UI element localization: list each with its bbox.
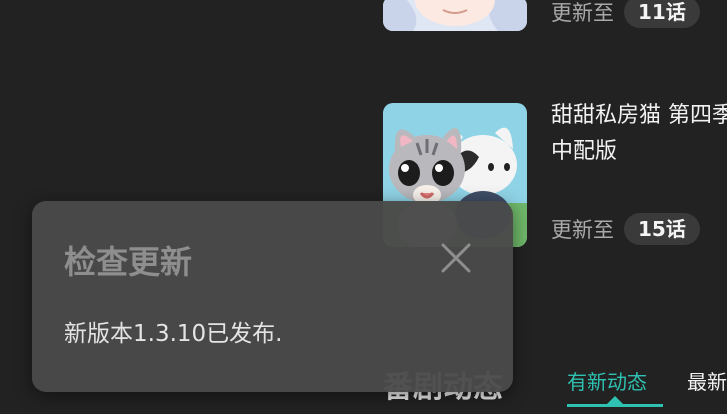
active-tab-indicator bbox=[567, 404, 663, 407]
list-item-title[interactable]: 甜甜私房猫 第四季 中配版 bbox=[551, 98, 727, 170]
list-item-thumbnail[interactable] bbox=[383, 0, 527, 31]
tab-latest[interactable]: 最新 bbox=[687, 366, 727, 395]
dialog-title: 检查更新 bbox=[64, 243, 193, 281]
episode-badge: 15话 bbox=[624, 213, 700, 245]
close-icon[interactable] bbox=[439, 241, 473, 275]
dialog-message: 新版本1.3.10已发布. bbox=[64, 321, 283, 347]
update-dialog: 检查更新 新版本1.3.10已发布. bbox=[32, 201, 513, 392]
list-item-update-info: 更新至 11话 bbox=[551, 0, 700, 28]
update-label: 更新至 bbox=[551, 218, 614, 242]
update-label: 更新至 bbox=[551, 1, 614, 25]
tab-new-updates[interactable]: 有新动态 bbox=[567, 366, 647, 395]
list-item-update-info: 更新至 15话 bbox=[551, 213, 700, 245]
episode-badge: 11话 bbox=[624, 0, 700, 28]
active-tab-caret bbox=[607, 396, 623, 404]
